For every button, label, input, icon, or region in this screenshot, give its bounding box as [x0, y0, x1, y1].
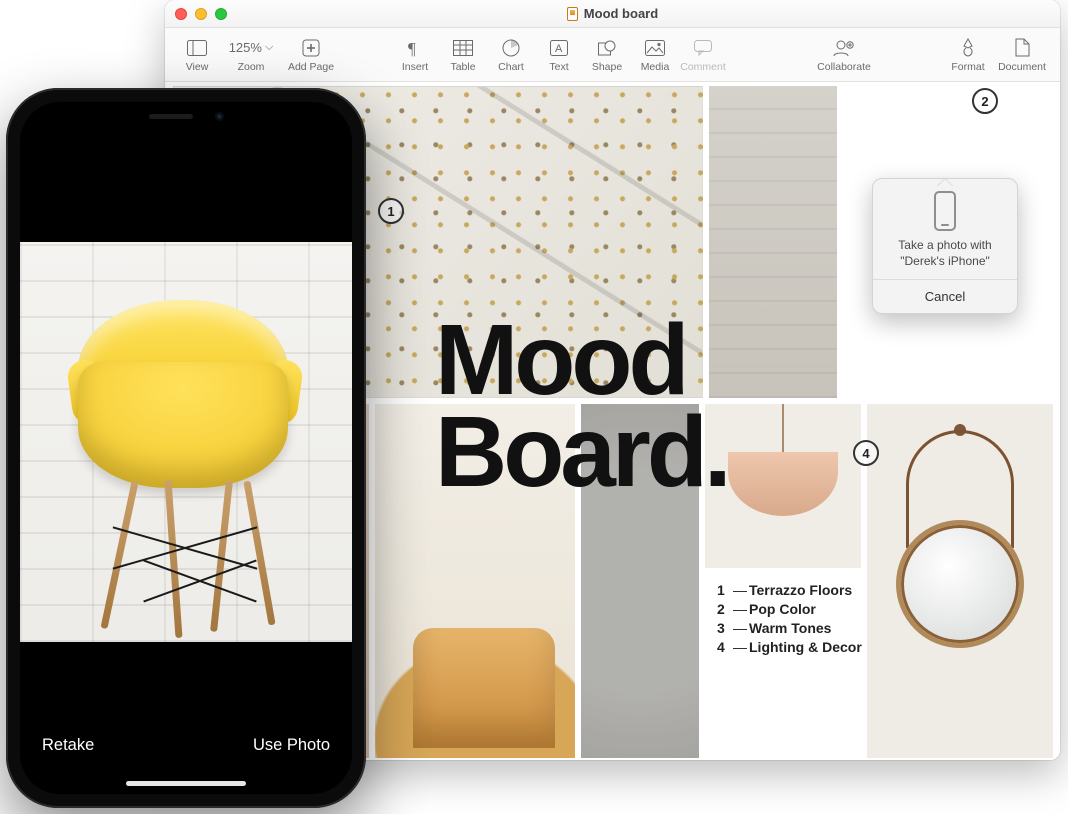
sidebar-icon: [187, 37, 207, 59]
titlebar: Mood board: [165, 0, 1060, 28]
brush-icon: [960, 37, 976, 59]
heading-line-1: Mood: [435, 314, 728, 406]
legend-row: 4—Lighting & Decor: [717, 639, 862, 655]
camera-bottom-bar: Retake Use Photo: [20, 720, 352, 770]
camera-app: Retake Use Photo: [20, 102, 352, 794]
speaker: [149, 114, 193, 119]
media-icon: [645, 37, 665, 59]
insert-button[interactable]: ¶ Insert: [391, 37, 439, 73]
comment-icon: [694, 37, 712, 59]
text-icon: A: [550, 37, 568, 59]
iphone-screen: Retake Use Photo: [20, 102, 352, 794]
chart-button[interactable]: Chart: [487, 37, 535, 73]
camera-viewfinder[interactable]: [20, 242, 352, 642]
document-title-text: Mood board: [584, 6, 658, 21]
home-indicator[interactable]: [126, 781, 246, 786]
svg-text:A: A: [555, 43, 563, 55]
shape-icon: [598, 37, 616, 59]
heading-line-2: Board.: [435, 406, 728, 498]
legend-row: 3—Warm Tones: [717, 620, 862, 636]
chair-leg: [243, 481, 275, 626]
popover-cancel-button[interactable]: Cancel: [873, 279, 1017, 313]
document-button[interactable]: Document: [992, 37, 1052, 73]
document-icon: [567, 7, 578, 21]
legend-row: 1—Terrazzo Floors: [717, 582, 862, 598]
toolbar: View 125% ⌵ Zoom Add Page ¶ Insert: [165, 28, 1060, 82]
table-button[interactable]: Table: [439, 37, 487, 73]
text-button[interactable]: A Text: [535, 37, 583, 73]
collaborate-button[interactable]: Collaborate: [814, 37, 874, 73]
view-button[interactable]: View: [173, 37, 221, 73]
page-heading[interactable]: Mood Board.: [435, 314, 728, 498]
retake-button[interactable]: Retake: [42, 736, 94, 755]
plus-page-icon: [302, 37, 320, 59]
svg-text:¶: ¶: [408, 39, 416, 57]
legend-row: 2—Pop Color: [717, 601, 862, 617]
chair-leg: [164, 480, 182, 638]
lamp-shade: [728, 452, 838, 516]
front-camera: [215, 112, 224, 121]
lamp-cord: [782, 404, 784, 456]
add-page-button[interactable]: Add Page: [281, 37, 341, 73]
document-icon: [1015, 37, 1030, 59]
zoom-value: 125% ⌵: [223, 37, 280, 59]
notch: [101, 102, 271, 130]
zoom-button[interactable]: 125% ⌵ Zoom: [221, 37, 281, 73]
popover-message: Take a photo with "Derek's iPhone": [873, 237, 1017, 279]
table-icon: [453, 37, 473, 59]
chevron-down-icon: ⌵: [265, 41, 273, 54]
chart-icon: [502, 37, 520, 59]
shape-button[interactable]: Shape: [583, 37, 631, 73]
format-button[interactable]: Format: [944, 37, 992, 73]
legend[interactable]: 1—Terrazzo Floors 2—Pop Color 3—Warm Ton…: [717, 582, 862, 658]
image-pendant-lamp[interactable]: [705, 404, 861, 568]
chair-leg: [100, 481, 138, 629]
collaborate-icon: [833, 37, 855, 59]
callout-4: 4: [853, 440, 879, 466]
continuity-camera-popover: Take a photo with "Derek's iPhone" Cance…: [872, 178, 1018, 314]
image-mirror[interactable]: [867, 404, 1053, 758]
media-button[interactable]: Media: [631, 37, 679, 73]
comment-button: Comment: [679, 37, 727, 73]
image-concrete[interactable]: [709, 86, 837, 398]
use-photo-button[interactable]: Use Photo: [253, 736, 330, 755]
document-title: Mood board: [165, 6, 1060, 21]
iphone-device: Retake Use Photo: [6, 88, 366, 808]
mirror-glass: [896, 520, 1024, 648]
chair-seat: [78, 362, 288, 488]
callout-2: 2: [972, 88, 998, 114]
callout-1: 1: [378, 198, 404, 224]
pilcrow-icon: ¶: [408, 37, 422, 59]
phone-outline-icon: [934, 191, 956, 231]
